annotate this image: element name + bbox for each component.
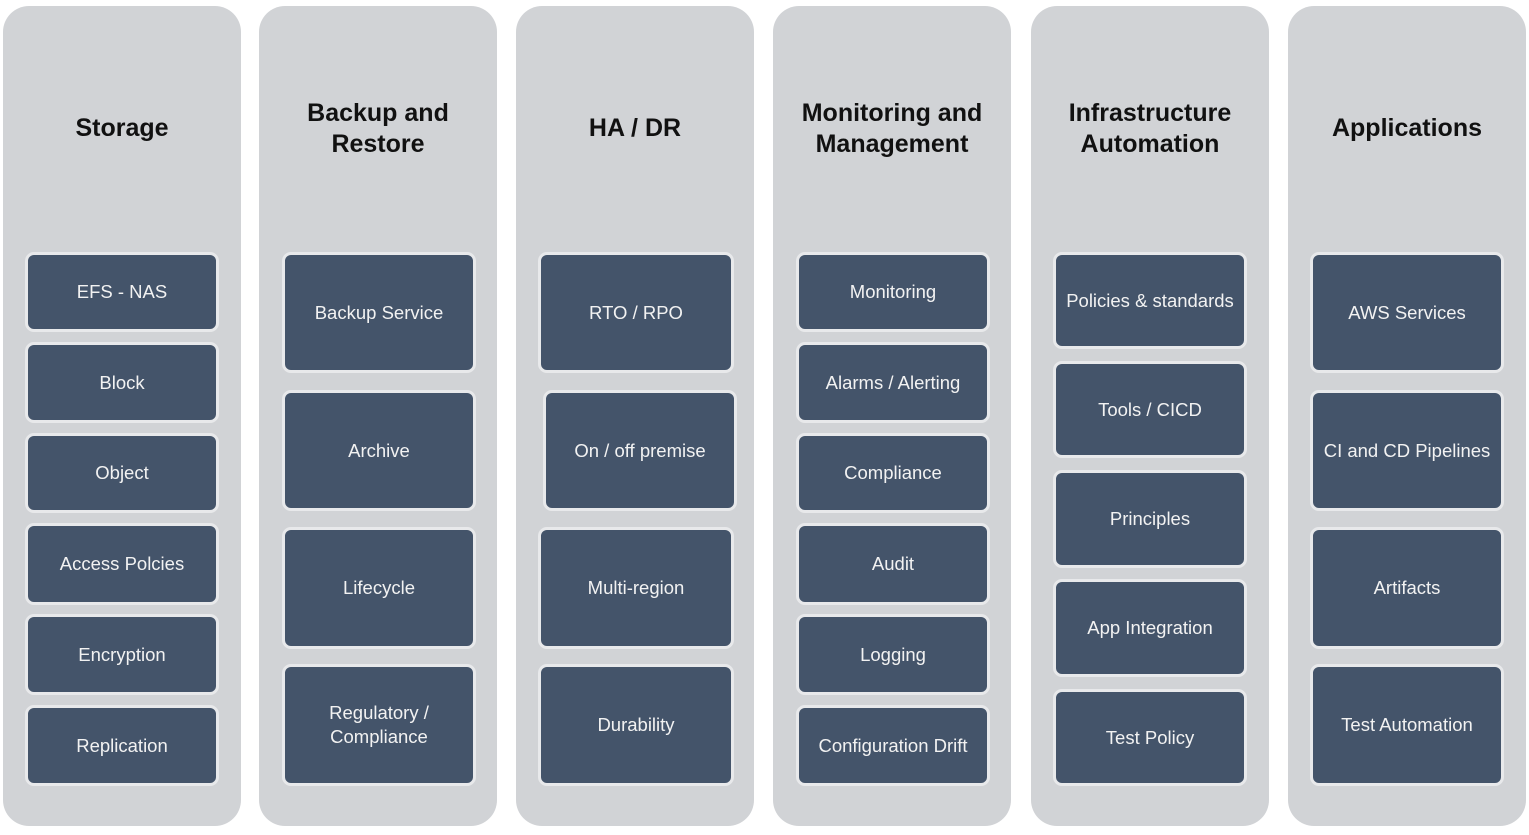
item-alarms-alerting: Alarms / Alerting (796, 342, 990, 423)
item-compliance: Compliance (796, 433, 990, 513)
item-tools-cicd: Tools / CICD (1053, 361, 1247, 458)
item-aws-services: AWS Services (1310, 252, 1504, 373)
column-title: Backup and Restore (307, 98, 449, 158)
item-rto-rpo: RTO / RPO (538, 252, 734, 373)
item-app-integration: App Integration (1053, 579, 1247, 677)
item-monitoring: Monitoring (796, 252, 990, 332)
item-durability: Durability (538, 664, 734, 786)
item-on-off-premise: On / off premise (543, 390, 737, 511)
item-replication: Replication (25, 705, 219, 786)
column-title: Monitoring and Management (801, 98, 983, 158)
item-access-policies: Access Polcies (25, 523, 219, 605)
item-principles: Principles (1053, 470, 1247, 568)
item-object: Object (25, 433, 219, 513)
column-title: HA / DR (588, 114, 682, 142)
column-title: Infrastructure Automation (1068, 98, 1232, 158)
item-encryption: Encryption (25, 614, 219, 695)
item-ci-cd-pipelines: CI and CD Pipelines (1310, 390, 1504, 511)
item-artifacts: Artifacts (1310, 527, 1504, 649)
item-audit: Audit (796, 523, 990, 605)
item-test-policy: Test Policy (1053, 689, 1247, 786)
column-title: Applications (1331, 114, 1482, 142)
item-lifecycle: Lifecycle (282, 527, 476, 649)
item-test-automation: Test Automation (1310, 664, 1504, 786)
item-block: Block (25, 342, 219, 423)
item-configuration-drift: Configuration Drift (796, 705, 990, 786)
item-archive: Archive (282, 390, 476, 511)
item-multi-region: Multi-region (538, 527, 734, 649)
item-backup-service: Backup Service (282, 252, 476, 373)
item-logging: Logging (796, 614, 990, 695)
item-policies-standards: Policies & standards (1053, 252, 1247, 349)
item-regulatory-compliance: Regulatory / Compliance (282, 664, 476, 786)
item-efs-nas: EFS - NAS (25, 252, 219, 332)
column-title: Storage (75, 114, 169, 142)
